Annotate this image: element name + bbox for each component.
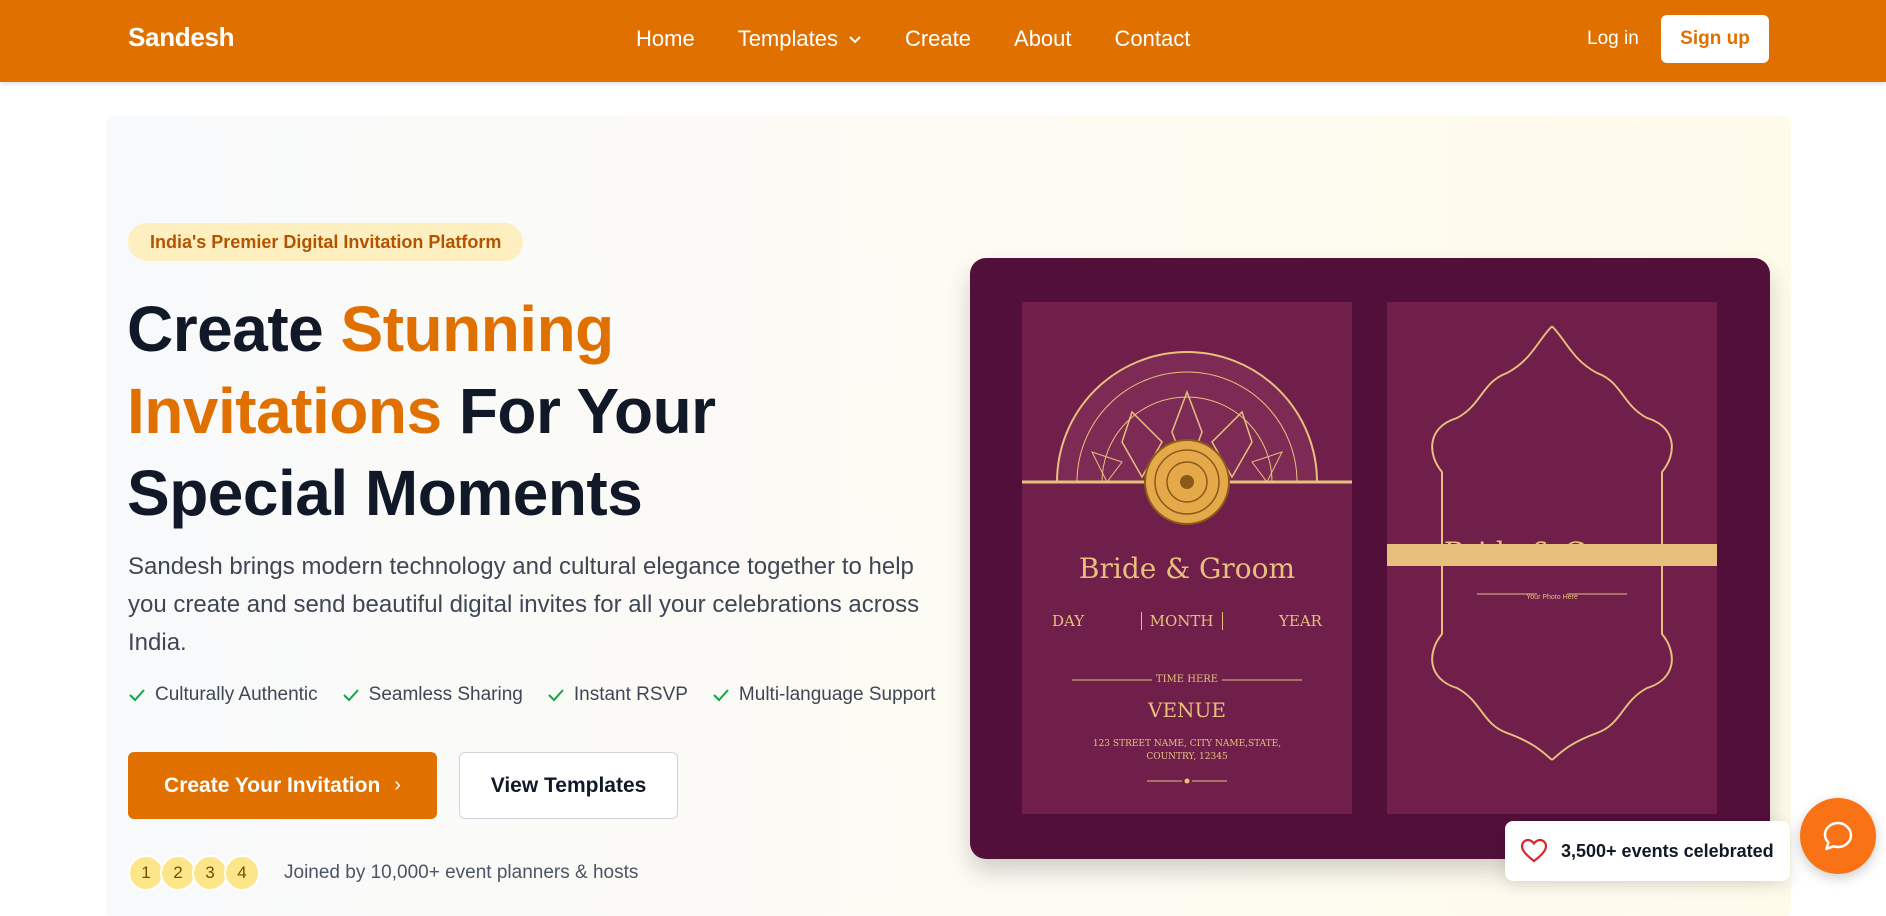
card-left-title: Bride & Groom <box>1078 552 1296 585</box>
card-right-photo-caption: Your Photo Here <box>1526 594 1578 601</box>
nav-home[interactable]: Home <box>636 26 695 52</box>
feature-item: Multi-language Support <box>712 684 935 706</box>
feature-item: Instant RSVP <box>547 684 688 706</box>
avatar: 1 <box>128 855 164 891</box>
joined-text: Joined by 10,000+ event planners & hosts <box>284 862 639 883</box>
hero-headline: Create Stunning Invitations For Your Spe… <box>127 288 927 534</box>
card-left-address: 123 STREET NAME, CITY NAME,STATE, COUNTR… <box>1092 739 1282 762</box>
headline-accent-1: Stunning <box>340 293 615 365</box>
chevron-down-icon <box>849 36 861 44</box>
check-icon <box>342 689 359 702</box>
feature-label: Culturally Authentic <box>155 684 318 705</box>
invitation-showcase: Bride & Groom DAY MONTH YEAR TIME HERE V… <box>970 258 1770 859</box>
main-nav: Home Templates Create About Contact <box>636 26 1233 52</box>
headline-part-1: Create <box>127 293 341 365</box>
events-celebrated-text: 3,500+ events celebrated <box>1561 840 1774 861</box>
chat-button[interactable] <box>1800 798 1876 874</box>
card-left-year: YEAR <box>1279 612 1322 630</box>
create-invitation-label: Create Your Invitation <box>164 773 381 797</box>
invitation-card-left: Bride & Groom DAY MONTH YEAR TIME HERE V… <box>1022 302 1352 814</box>
headline-part-3: Special Moments <box>127 457 643 529</box>
check-icon <box>713 689 729 702</box>
check-icon <box>548 689 564 702</box>
events-celebrated-card: 3,500+ events celebrated <box>1505 821 1790 881</box>
top-navbar: Sandesh Home Templates Create About Cont… <box>0 0 1886 82</box>
avatar: 2 <box>160 855 196 891</box>
feature-item: Seamless Sharing <box>342 684 523 706</box>
mandala-ornament <box>1022 351 1352 525</box>
card-left-day: DAY <box>1052 612 1085 630</box>
nav-about[interactable]: About <box>1014 26 1072 52</box>
chat-bubble-icon <box>1823 821 1853 851</box>
signup-button[interactable]: Sign up <box>1661 15 1769 63</box>
card-left-bottom-ornament <box>1147 778 1227 784</box>
hero-description: Sandesh brings modern technology and cul… <box>128 553 920 656</box>
chevron-right-icon: › <box>394 774 401 796</box>
feature-item: Culturally Authentic <box>128 684 318 706</box>
headline-part-2: For Your <box>441 375 716 447</box>
avatar: 3 <box>192 855 228 891</box>
login-link[interactable]: Log in <box>1587 28 1639 50</box>
avatar: 4 <box>224 855 260 891</box>
nav-templates-label: Templates <box>737 26 838 51</box>
feature-label: Instant RSVP <box>573 684 688 705</box>
create-invitation-button[interactable]: Create Your Invitation › <box>128 752 437 819</box>
nav-create[interactable]: Create <box>905 26 971 52</box>
feature-label: Multi-language Support <box>738 684 936 705</box>
view-templates-button[interactable]: View Templates <box>459 752 678 819</box>
check-icon <box>129 689 145 702</box>
brand-logo[interactable]: Sandesh <box>128 22 235 53</box>
nav-templates[interactable]: Templates <box>738 26 862 52</box>
heart-icon <box>1521 839 1547 863</box>
platform-badge: India's Premier Digital Invitation Platf… <box>128 223 524 261</box>
feature-list: Culturally Authentic Seamless Sharing In… <box>128 684 959 706</box>
card-left-time: TIME HERE <box>1155 674 1219 685</box>
feature-label: Seamless Sharing <box>368 684 523 705</box>
card-left-date-row: DAY MONTH YEAR <box>1052 612 1322 630</box>
card-left-venue: VENUE <box>1148 698 1226 722</box>
card-right-title: Bride & Groom <box>1443 536 1661 569</box>
headline-accent-2: Invitations <box>127 375 442 447</box>
invitation-card-right: Bride & Groom Your Photo Here <box>1387 302 1717 814</box>
nav-contact[interactable]: Contact <box>1115 26 1191 52</box>
avatar-stack: 1 2 3 4 <box>128 855 260 891</box>
card-left-month: MONTH <box>1140 612 1223 630</box>
